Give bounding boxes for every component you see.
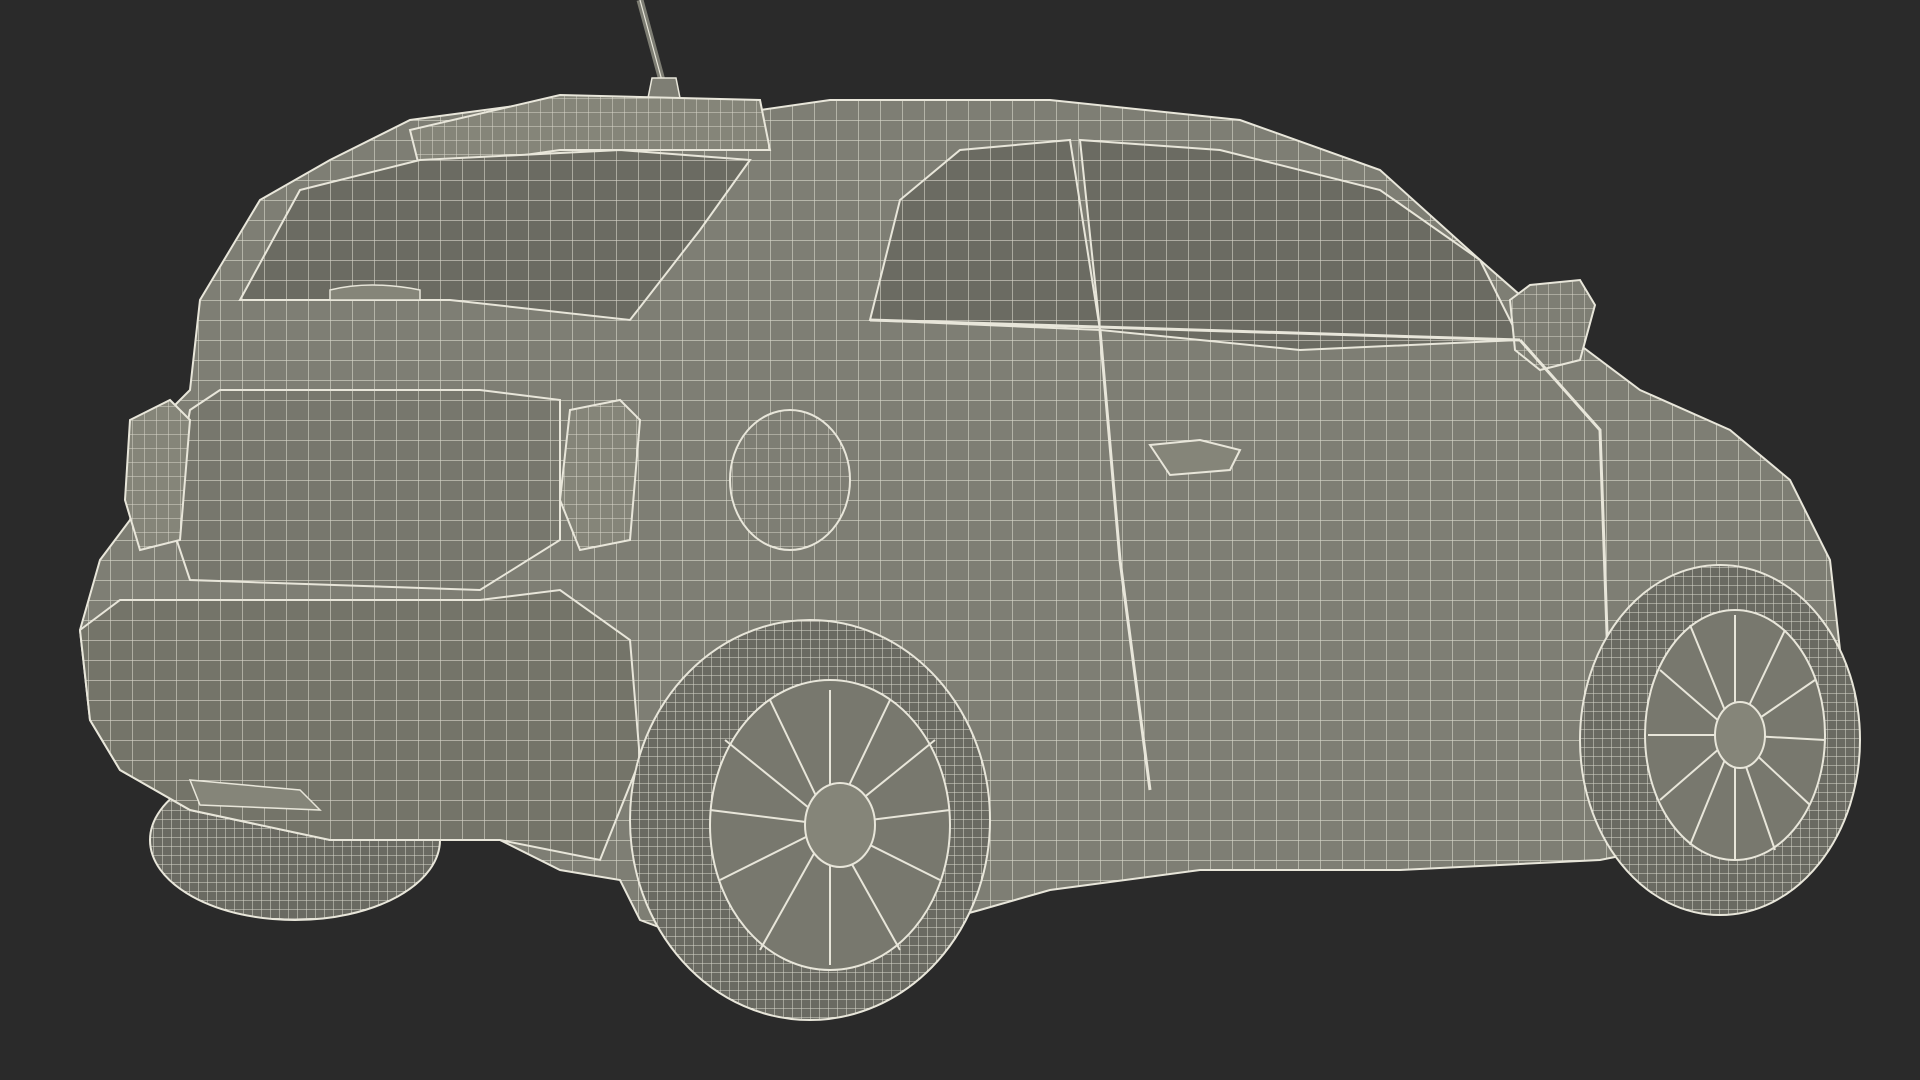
tail-light-right — [558, 398, 642, 552]
tail-light-left — [123, 398, 192, 552]
side-windows — [868, 138, 1522, 352]
charge-port-door — [729, 409, 851, 551]
front-right-wheel — [1579, 564, 1861, 916]
antenna — [636, 0, 681, 99]
wireframe-car-render — [78, 0, 1861, 1021]
render-viewport — [0, 0, 1920, 1080]
front-right-hub — [1714, 701, 1766, 769]
rear-wiper — [329, 284, 421, 301]
rear-right-hub — [804, 782, 876, 868]
rear-right-wheel — [629, 619, 991, 1021]
